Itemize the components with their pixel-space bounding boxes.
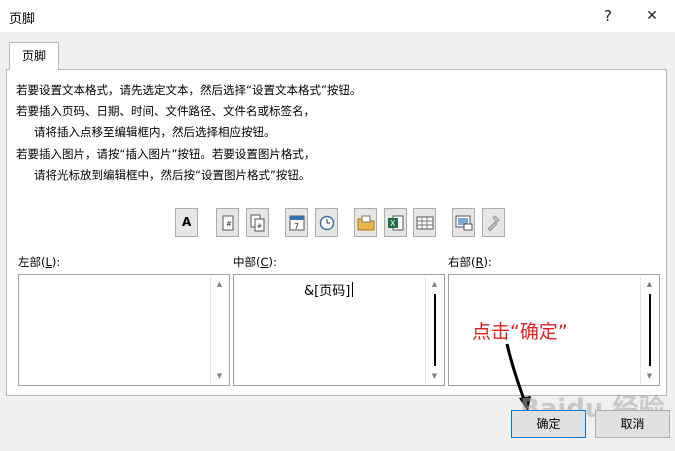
- insert-date-button[interactable]: 7: [285, 208, 308, 237]
- scroll-track: [434, 294, 436, 366]
- scroll-down-icon[interactable]: ▼: [641, 369, 658, 383]
- center-section-content: &[页码]: [304, 280, 354, 299]
- center-section-label: 中部(C):: [233, 255, 277, 269]
- close-icon[interactable]: ✕: [642, 6, 662, 26]
- format-text-button[interactable]: A: [175, 208, 198, 237]
- scroll-track: [649, 294, 651, 366]
- svg-text:#: #: [257, 223, 262, 230]
- insert-date-icon: 7: [289, 215, 305, 231]
- insert-toolbar: A # # 7 X: [7, 208, 666, 240]
- insert-sheet-name-button[interactable]: [413, 208, 436, 237]
- insert-file-path-button[interactable]: [354, 208, 377, 237]
- title-bar: 页脚 ? ✕: [0, 0, 675, 32]
- right-section-label: 右部(R):: [448, 255, 492, 269]
- right-section-scrollbar[interactable]: ▲ ▼: [640, 276, 658, 384]
- insert-page-number-icon: #: [222, 215, 234, 231]
- text-caret: [352, 282, 354, 297]
- instruction-line: 请将光标放到编辑框中，然后按“设置图片格式”按钮。: [34, 168, 311, 182]
- insert-page-count-icon: #: [250, 214, 265, 232]
- window-title: 页脚: [9, 12, 36, 27]
- insert-file-name-button[interactable]: X: [384, 208, 407, 237]
- center-section-scrollbar[interactable]: ▲ ▼: [425, 276, 443, 384]
- tab-footer[interactable]: 页脚: [9, 42, 59, 70]
- left-section-input[interactable]: ▲ ▼: [18, 274, 230, 386]
- ok-button[interactable]: 确定: [511, 410, 586, 438]
- cancel-button[interactable]: 取消: [595, 410, 670, 438]
- instruction-line: 若要插入页码、日期、时间、文件路径、文件名或标签名，: [16, 104, 315, 118]
- format-picture-button[interactable]: [482, 208, 505, 237]
- instruction-line: 若要插入图片，请按“插入图片”按钮。若要设置图片格式，: [16, 147, 316, 161]
- scroll-down-icon[interactable]: ▼: [426, 369, 443, 383]
- help-icon[interactable]: ?: [598, 6, 618, 26]
- format-text-icon: A: [182, 215, 192, 229]
- svg-text:7: 7: [294, 222, 299, 231]
- instruction-line: 若要设置文本格式，请先选定文本，然后选择“设置文本格式”按钮。: [16, 83, 362, 97]
- scroll-up-icon[interactable]: ▲: [211, 277, 228, 291]
- center-section-input[interactable]: &[页码] ▲ ▼: [233, 274, 445, 386]
- svg-text:#: #: [226, 220, 232, 228]
- insert-sheet-name-icon: [416, 216, 434, 230]
- insert-page-count-button[interactable]: #: [246, 208, 269, 237]
- insert-page-number-button[interactable]: #: [216, 208, 239, 237]
- instruction-line: 请将插入点移至编辑框内，然后选择相应按钮。: [34, 125, 276, 139]
- insert-file-name-icon: X: [388, 215, 404, 231]
- insert-picture-icon: [455, 215, 473, 231]
- footer-panel: 若要设置文本格式，请先选定文本，然后选择“设置文本格式”按钮。 若要插入页码、日…: [6, 69, 667, 396]
- left-section-scrollbar[interactable]: ▲ ▼: [210, 276, 228, 384]
- format-picture-icon: [487, 215, 500, 232]
- insert-picture-button[interactable]: [452, 208, 475, 237]
- scroll-down-icon[interactable]: ▼: [211, 369, 228, 383]
- scroll-up-icon[interactable]: ▲: [426, 277, 443, 291]
- scroll-up-icon[interactable]: ▲: [641, 277, 658, 291]
- insert-time-button[interactable]: [315, 208, 338, 237]
- insert-file-path-icon: [357, 215, 375, 231]
- left-section-label: 左部(L):: [18, 255, 61, 269]
- svg-text:X: X: [390, 219, 396, 228]
- insert-time-icon: [319, 215, 335, 231]
